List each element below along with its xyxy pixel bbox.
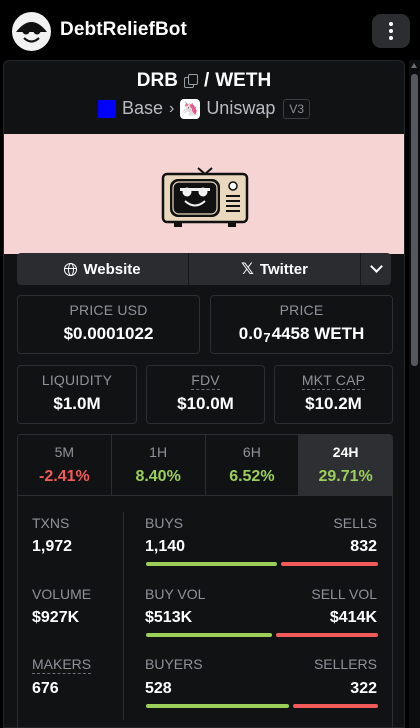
buys-label: BUYS xyxy=(145,515,184,531)
x-logo-icon: 𝕏 xyxy=(241,261,254,278)
market-cap-label: MKT CAP xyxy=(301,372,366,390)
twitter-label: Twitter xyxy=(259,260,308,278)
app-title: DebtReliefBot xyxy=(60,19,187,40)
sells-label: SELLS xyxy=(333,515,377,531)
chain-name[interactable]: Base xyxy=(122,98,163,119)
social-links: Website 𝕏 Twitter xyxy=(17,253,391,285)
timeframe-tabs: 5M -2.41% 1H 8.40% 6H 6.52% 24H 29.71% xyxy=(17,434,393,496)
dex-name[interactable]: Uniswap xyxy=(206,98,275,119)
price-native-value: 0.074458 WETH xyxy=(211,324,392,345)
tab-5m-change: -2.41% xyxy=(39,468,90,485)
price-usd-label: PRICE USD xyxy=(69,302,148,318)
volume-label: VOLUME xyxy=(32,586,92,602)
website-label: Website xyxy=(83,260,141,278)
quote-token-symbol: WETH xyxy=(215,70,272,91)
makers-label-text: MAKERS xyxy=(32,656,92,674)
txns-label: TXNS xyxy=(32,515,70,531)
sellers-label: SELLERS xyxy=(313,656,377,672)
tv-mascot-image xyxy=(161,167,249,227)
buyers-label: BUYERS xyxy=(145,656,203,672)
more-menu-button[interactable] xyxy=(372,14,410,48)
trade-stats: TXNS 1,972 BUYS 1,140 SELLS 832 VOLUME $… xyxy=(17,496,393,728)
price-native-label: PRICE xyxy=(279,302,324,318)
twitter-button[interactable]: 𝕏 Twitter xyxy=(189,253,361,285)
buy-vol-label: BUY VOL xyxy=(145,586,206,602)
price-native-lead: 0.0 xyxy=(238,324,263,343)
bot-avatar xyxy=(12,12,51,51)
tab-1h-change: 8.40% xyxy=(135,468,181,485)
token-banner xyxy=(4,134,404,254)
app-header: DebtReliefBot xyxy=(0,0,420,60)
tab-5m-label: 5M xyxy=(54,444,75,460)
price-usd-value: $0.0001022 xyxy=(63,324,154,343)
volume-value: $927K xyxy=(32,609,80,626)
dex-version-badge: V3 xyxy=(283,98,311,119)
chevron-right-icon: › xyxy=(168,99,175,117)
sell-vol-value: $414K xyxy=(329,609,377,626)
tab-24h-change: 29.71% xyxy=(318,468,373,485)
tab-6h-label: 6H xyxy=(242,444,261,460)
sell-vol-label: SELL VOL xyxy=(311,586,377,602)
liquidity-card: LIQUIDITY $1.0M xyxy=(17,365,137,424)
tab-5m[interactable]: 5M -2.41% xyxy=(18,435,112,495)
fdv-card[interactable]: FDV $10.0M xyxy=(146,365,265,424)
buy-vol-bar xyxy=(146,633,272,637)
copy-icon[interactable] xyxy=(183,74,198,88)
sells-bar xyxy=(281,562,378,566)
makers-label: MAKERS xyxy=(32,656,92,674)
base-token-symbol: DRB xyxy=(136,70,178,91)
liquidity-value: $1.0M xyxy=(53,394,101,413)
liquidity-label: LIQUIDITY xyxy=(41,372,113,388)
price-native-zero-count: 7 xyxy=(263,330,271,345)
tab-1h-label: 1H xyxy=(149,444,168,460)
stats-divider xyxy=(123,512,124,720)
buyers-value: 528 xyxy=(145,680,172,697)
price-usd-card: PRICE USD $0.0001022 xyxy=(17,295,200,354)
sellers-bar xyxy=(293,704,378,708)
txns-value: 1,972 xyxy=(32,538,73,555)
pair-separator: / xyxy=(203,70,210,91)
website-button[interactable]: Website xyxy=(17,253,189,285)
uniswap-icon: 🦄 xyxy=(180,98,201,119)
tab-1h[interactable]: 1H 8.40% xyxy=(112,435,206,495)
market-cap-value: $10.2M xyxy=(305,394,362,413)
buyers-bar xyxy=(146,704,289,708)
kebab-icon xyxy=(389,22,393,40)
tab-24h-label: 24H xyxy=(332,444,359,460)
price-native-card: PRICE 0.074458 WETH xyxy=(210,295,393,354)
buys-bar xyxy=(146,562,277,566)
sell-vol-bar xyxy=(276,633,378,637)
pair-title: DRB / WETH xyxy=(3,70,405,92)
base-chain-icon xyxy=(97,99,116,118)
chain-breadcrumb: Base › 🦄 Uniswap V3 xyxy=(3,98,405,119)
tab-6h[interactable]: 6H 6.52% xyxy=(206,435,300,495)
tab-6h-change: 6.52% xyxy=(229,468,275,485)
chevron-down-icon xyxy=(369,260,383,273)
scrollbar[interactable] xyxy=(409,60,420,728)
buys-value: 1,140 xyxy=(145,538,186,555)
fdv-value: $10.0M xyxy=(177,394,234,413)
makers-value: 676 xyxy=(32,680,59,697)
globe-icon xyxy=(64,262,78,276)
more-links-button[interactable] xyxy=(361,253,391,285)
scroll-thumb[interactable] xyxy=(411,74,418,366)
scroll-up-arrow-icon[interactable] xyxy=(411,63,417,68)
fdv-label: FDV xyxy=(191,372,220,390)
price-native-tail: 4458 WETH xyxy=(271,324,365,343)
market-cap-card[interactable]: MKT CAP $10.2M xyxy=(274,365,393,424)
buy-vol-value: $513K xyxy=(145,609,193,626)
sellers-value: 322 xyxy=(350,680,377,697)
sells-value: 832 xyxy=(350,538,377,555)
tab-24h[interactable]: 24H 29.71% xyxy=(299,435,392,495)
